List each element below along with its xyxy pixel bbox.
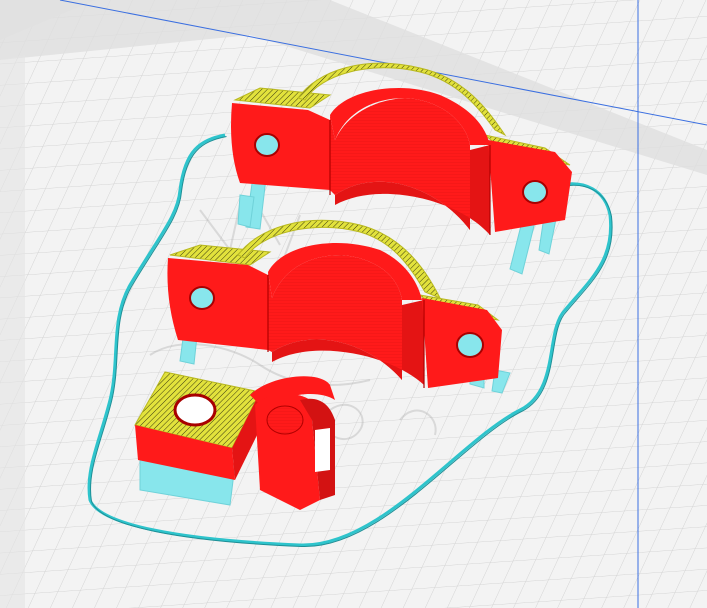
slice-preview-viewport[interactable] — [0, 0, 707, 608]
scene-canvas[interactable] — [0, 0, 707, 608]
mount-hole — [254, 133, 280, 157]
bracket-hole — [173, 393, 217, 427]
mount-hole — [456, 332, 484, 358]
mount-hole — [522, 180, 548, 204]
mount-hole — [189, 286, 215, 310]
